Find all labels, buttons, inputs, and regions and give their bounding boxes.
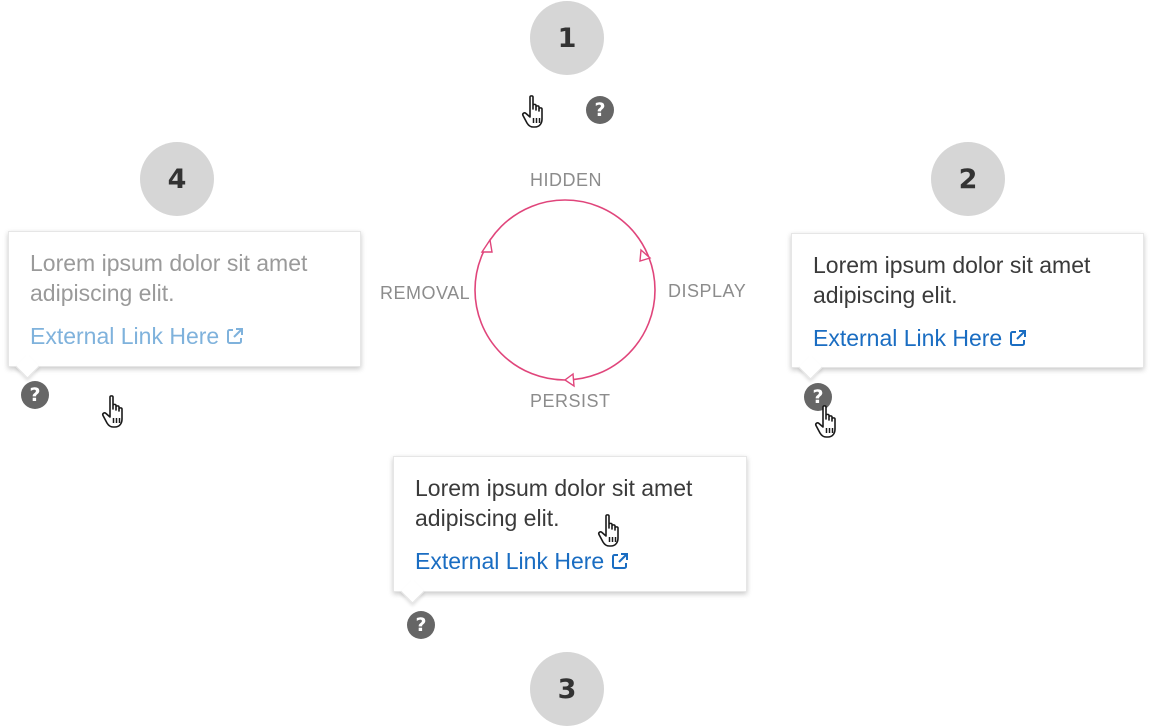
external-link[interactable]: External Link Here: [415, 546, 726, 576]
lifecycle-circle: [474, 199, 656, 381]
hand-pointer-icon: [814, 404, 844, 440]
step-badge-2: 2: [931, 142, 1005, 216]
step-badge-4: 4: [140, 142, 214, 216]
stage-label-persist: PERSIST: [530, 391, 611, 411]
tooltip-display: Lorem ipsum dolor sit amet adipiscing el…: [791, 233, 1144, 380]
tooltip-body: Lorem ipsum dolor sit amet adipiscing el…: [415, 475, 693, 531]
external-link-icon: [1009, 329, 1027, 347]
tooltip-body: Lorem ipsum dolor sit amet adipiscing el…: [813, 252, 1091, 308]
stage-label-display: DISPLAY: [668, 281, 747, 301]
tooltip-removal: Lorem ipsum dolor sit amet adipiscing el…: [8, 231, 361, 379]
external-link[interactable]: External Link Here: [813, 323, 1123, 353]
tooltip-arrow: [798, 355, 823, 380]
hand-pointer-icon: [597, 513, 627, 549]
external-link-icon: [226, 327, 244, 345]
arrow-to-hidden: [480, 238, 493, 253]
arrow-to-persist: [563, 372, 575, 388]
external-link[interactable]: External Link Here: [30, 321, 340, 351]
step-badge-1: 1: [530, 1, 604, 75]
question-circle-icon[interactable]: ?: [586, 96, 614, 124]
stage-label-hidden: HIDDEN: [530, 170, 603, 190]
hand-pointer-icon: [521, 94, 551, 130]
hand-pointer-icon: [101, 394, 131, 430]
question-circle-icon[interactable]: ?: [21, 381, 49, 409]
tooltip-arrow: [400, 579, 425, 604]
question-circle-icon[interactable]: ?: [407, 611, 435, 639]
tooltip-body: Lorem ipsum dolor sit amet adipiscing el…: [30, 250, 308, 306]
step-badge-3: 3: [530, 652, 604, 726]
tooltip-arrow: [15, 354, 40, 379]
tooltip-persist: Lorem ipsum dolor sit amet adipiscing el…: [393, 456, 747, 604]
external-link-label: External Link Here: [813, 325, 1003, 351]
external-link-label: External Link Here: [415, 548, 605, 574]
lifecycle-diagram: [474, 199, 656, 388]
stage-label-removal: REMOVAL: [380, 283, 471, 303]
external-link-label: External Link Here: [30, 323, 220, 349]
external-link-icon: [611, 552, 629, 570]
